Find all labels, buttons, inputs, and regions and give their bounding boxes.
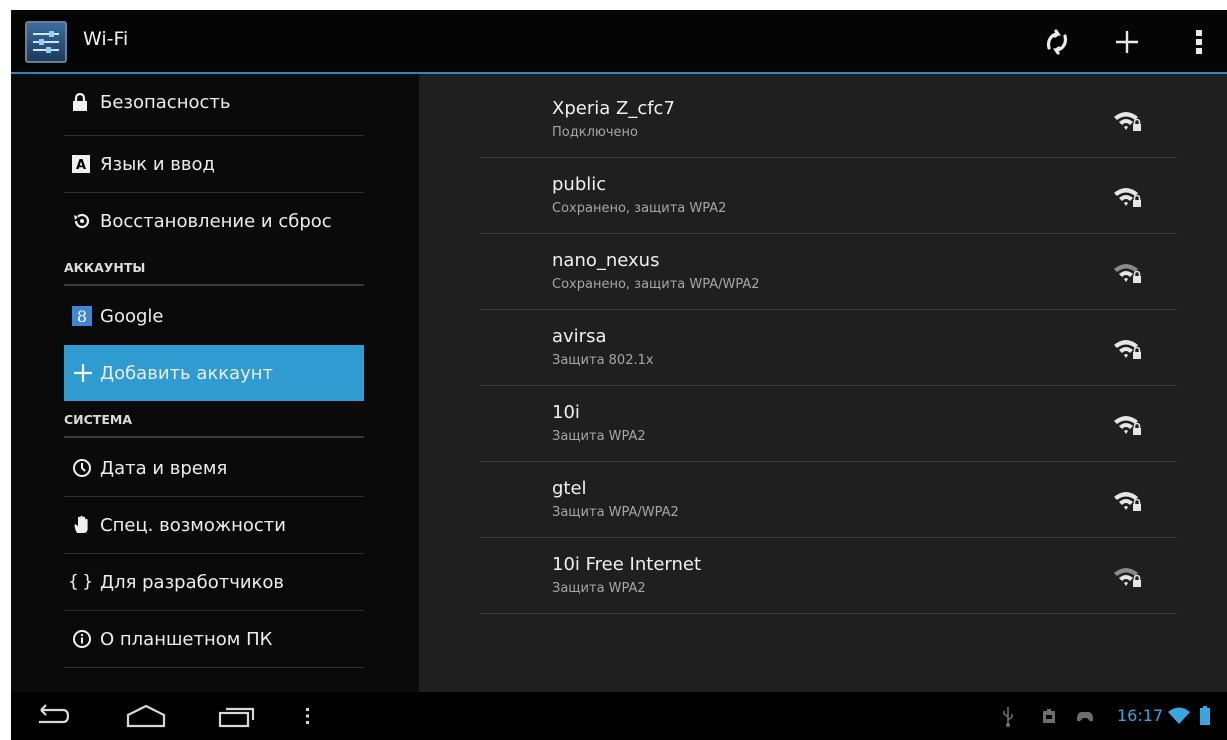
sidebar-item-label: Дата и время	[100, 457, 228, 479]
wifi-locked-signal-icon	[1113, 185, 1143, 209]
sidebar-item-accessibility[interactable]: Спец. возможности	[64, 497, 364, 553]
svg-text:8: 8	[77, 307, 87, 326]
network-ssid: Xperia Z_cfc7	[552, 98, 675, 119]
keyboard-a-icon: A	[64, 155, 100, 173]
sidebar-item-label: Язык и ввод	[100, 153, 215, 175]
network-status: Защита WPA2	[552, 429, 646, 444]
network-ssid: 10i	[552, 402, 580, 423]
game-controller-icon	[1075, 700, 1095, 732]
network-ssid: 10i Free Internet	[552, 554, 702, 575]
sidebar-item-label: Спец. возможности	[100, 514, 286, 536]
network-ssid: public	[552, 174, 607, 195]
network-row-10i-free-internet[interactable]: 10i Free Internet Защита WPA2	[480, 538, 1177, 614]
back-icon[interactable]	[33, 700, 69, 732]
network-ssid: avirsa	[552, 326, 607, 347]
battery-icon	[1199, 700, 1211, 732]
sidebar-item-backup-reset[interactable]: Восстановление и сброс	[64, 193, 364, 249]
sidebar-item-label: Восстановление и сброс	[100, 210, 332, 232]
sidebar-item-label: Добавить аккаунт	[100, 362, 274, 384]
hand-icon	[64, 515, 100, 535]
settings-app-icon[interactable]	[25, 21, 67, 63]
sd-card-icon	[1041, 700, 1057, 732]
network-row-avirsa[interactable]: avirsa Защита 802.1x	[480, 310, 1177, 386]
home-icon[interactable]	[125, 700, 167, 732]
sidebar-item-label: Для разработчиков	[100, 571, 285, 593]
sidebar-item-label: Безопасность	[100, 91, 231, 113]
wifi-locked-signal-icon	[1113, 413, 1143, 437]
system-bar: 16:17	[11, 692, 1227, 740]
clock-icon	[64, 458, 100, 478]
section-divider	[64, 436, 364, 438]
page-title: Wi-Fi	[83, 28, 129, 50]
divider	[480, 613, 1177, 614]
wifi-networks-pane: Xperia Z_cfc7 Подключено public Сохранен…	[419, 74, 1227, 692]
network-status: Сохранено, защита WPA2	[552, 201, 727, 216]
wifi-locked-signal-icon	[1113, 109, 1143, 133]
network-row-10i[interactable]: 10i Защита WPA2	[480, 386, 1177, 462]
info-icon	[64, 629, 100, 649]
sidebar-item-google[interactable]: 8 Google	[64, 288, 364, 344]
tablet-screen: Wi-Fi Безопасность A Язык и ввод Восстан…	[11, 10, 1227, 740]
lock-icon	[64, 93, 100, 111]
network-row-gtel[interactable]: gtel Защита WPA/WPA2	[480, 462, 1177, 538]
svg-text:A: A	[76, 158, 86, 173]
network-status: Сохранено, защита WPA/WPA2	[552, 277, 760, 292]
sidebar-item-label: О планшетном ПК	[100, 628, 273, 650]
network-status: Защита WPA2	[552, 581, 646, 596]
sidebar-item-date-time[interactable]: Дата и время	[64, 440, 364, 496]
menu-dots-icon[interactable]	[304, 700, 312, 732]
section-header-system: СИСТЕМА	[64, 412, 132, 427]
divider	[64, 667, 364, 668]
wps-icon[interactable]	[1035, 20, 1079, 64]
network-status: Подключено	[552, 125, 638, 140]
network-row-nano-nexus[interactable]: nano_nexus Сохранено, защита WPA/WPA2	[480, 234, 1177, 310]
network-row-xperia[interactable]: Xperia Z_cfc7 Подключено	[480, 82, 1177, 158]
wifi-locked-signal-icon	[1113, 565, 1143, 589]
sidebar-item-developer-options[interactable]: { } Для разработчиков	[64, 554, 364, 610]
sidebar-item-security[interactable]: Безопасность	[64, 74, 364, 130]
sidebar-item-add-account[interactable]: Добавить аккаунт	[64, 345, 364, 401]
add-network-icon[interactable]	[1105, 20, 1149, 64]
wifi-locked-signal-icon	[1113, 489, 1143, 513]
sidebar-item-label: Google	[100, 305, 164, 327]
restore-icon	[64, 211, 100, 231]
usb-icon	[1001, 700, 1015, 732]
section-header-accounts: АККАУНТЫ	[64, 260, 146, 275]
google-icon: 8	[64, 306, 100, 326]
action-bar: Wi-Fi	[11, 10, 1227, 74]
network-row-public[interactable]: public Сохранено, защита WPA2	[480, 158, 1177, 234]
braces-icon: { }	[68, 572, 94, 592]
network-ssid: gtel	[552, 478, 587, 499]
plus-icon	[64, 362, 100, 384]
sidebar-item-about-tablet[interactable]: О планшетном ПК	[64, 611, 364, 667]
wifi-status-icon	[1167, 700, 1191, 732]
sidebar-item-language[interactable]: A Язык и ввод	[64, 136, 364, 192]
settings-headers-pane: Безопасность A Язык и ввод Восстановлени…	[11, 74, 419, 692]
network-status: Защита 802.1x	[552, 353, 654, 368]
wifi-locked-signal-icon	[1113, 337, 1143, 361]
network-ssid: nano_nexus	[552, 250, 660, 271]
wifi-locked-signal-icon	[1113, 261, 1143, 285]
section-divider	[64, 284, 364, 286]
clock-time: 16:17	[1117, 706, 1164, 725]
recents-icon[interactable]	[217, 700, 257, 732]
network-status: Защита WPA/WPA2	[552, 505, 679, 520]
overflow-menu-icon[interactable]	[1177, 20, 1221, 64]
